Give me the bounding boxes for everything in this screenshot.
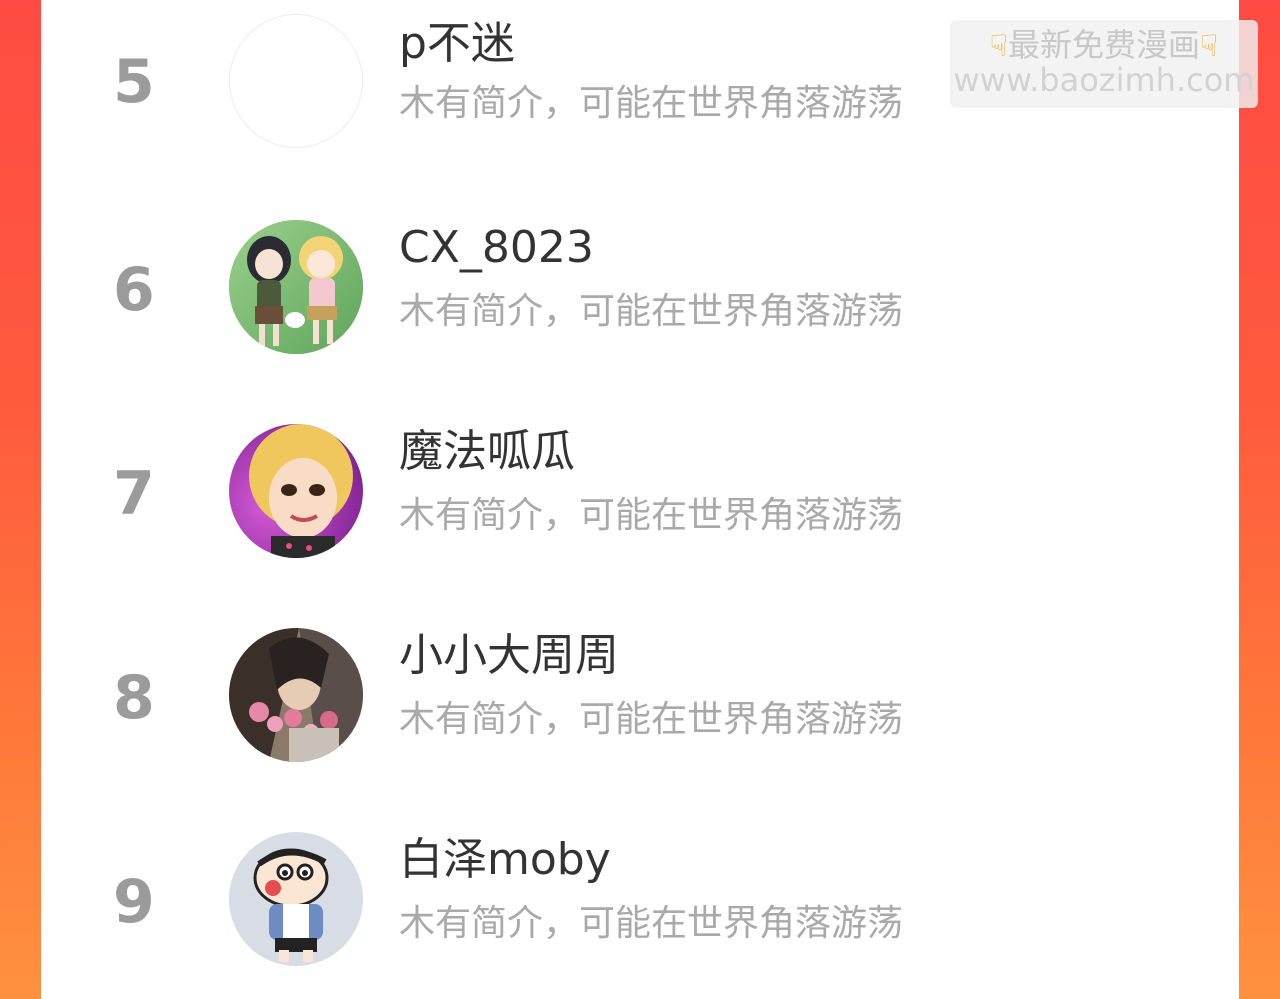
anime-girls-avatar-icon[interactable] (229, 220, 363, 354)
user-intro: 木有简介，可能在世界角落游荡 (399, 903, 904, 944)
user-intro: 木有简介，可能在世界角落游荡 (399, 291, 904, 332)
user-intro: 木有简介，可能在世界角落游荡 (399, 83, 904, 124)
rank-number: 9 (113, 867, 155, 937)
user-name[interactable]: CX_8023 (399, 223, 594, 272)
cartoon-boy-avatar-icon[interactable] (229, 832, 363, 966)
user-name[interactable]: p不迷 (399, 19, 515, 68)
user-name[interactable]: 魔法呱瓜 (399, 427, 575, 476)
pointing-down-hand-icon: ☟ (1200, 29, 1219, 64)
user-intro: 木有简介，可能在世界角落游荡 (399, 699, 904, 740)
user-intro: 木有简介，可能在世界角落游荡 (399, 495, 904, 536)
ranking-row[interactable]: 6 CX_8023 木有简介，可能在世界角落游荡 (41, 204, 1239, 408)
ranking-row[interactable]: 7 魔法呱瓜 木有简介，可能在世界角落游荡 (41, 408, 1239, 612)
illustration-avatar-icon[interactable] (229, 628, 363, 762)
user-name[interactable]: 小小大周周 (399, 631, 619, 680)
ranking-row[interactable]: 8 小小大周周 木有简介，可能在世界角落游荡 (41, 612, 1239, 816)
ranking-list-card: 5 p不迷 木有简介，可能在世界角落游荡 6 CX_8023 木有简介，可能在世… (41, 0, 1239, 999)
watermark-banner: ☟最新免费漫画☟ www.baozimh.com (950, 20, 1258, 108)
watermark-title: 最新免费漫画 (1007, 26, 1200, 64)
watermark-url: www.baozimh.com (953, 61, 1255, 100)
user-name[interactable]: 白泽moby (399, 835, 611, 884)
rank-number: 5 (113, 47, 155, 117)
ranking-row[interactable]: 9 白泽moby 木有简介，可能在世界角落游荡 (41, 816, 1239, 999)
blonde-girl-avatar-icon[interactable] (229, 424, 363, 558)
watermark-title-line: ☟最新免费漫画☟ (950, 26, 1258, 64)
rank-number: 8 (113, 663, 155, 733)
rank-number: 7 (113, 459, 155, 529)
pointing-down-hand-icon: ☟ (989, 29, 1008, 64)
rank-number: 6 (113, 255, 155, 325)
empty-avatar-icon[interactable] (229, 14, 363, 148)
